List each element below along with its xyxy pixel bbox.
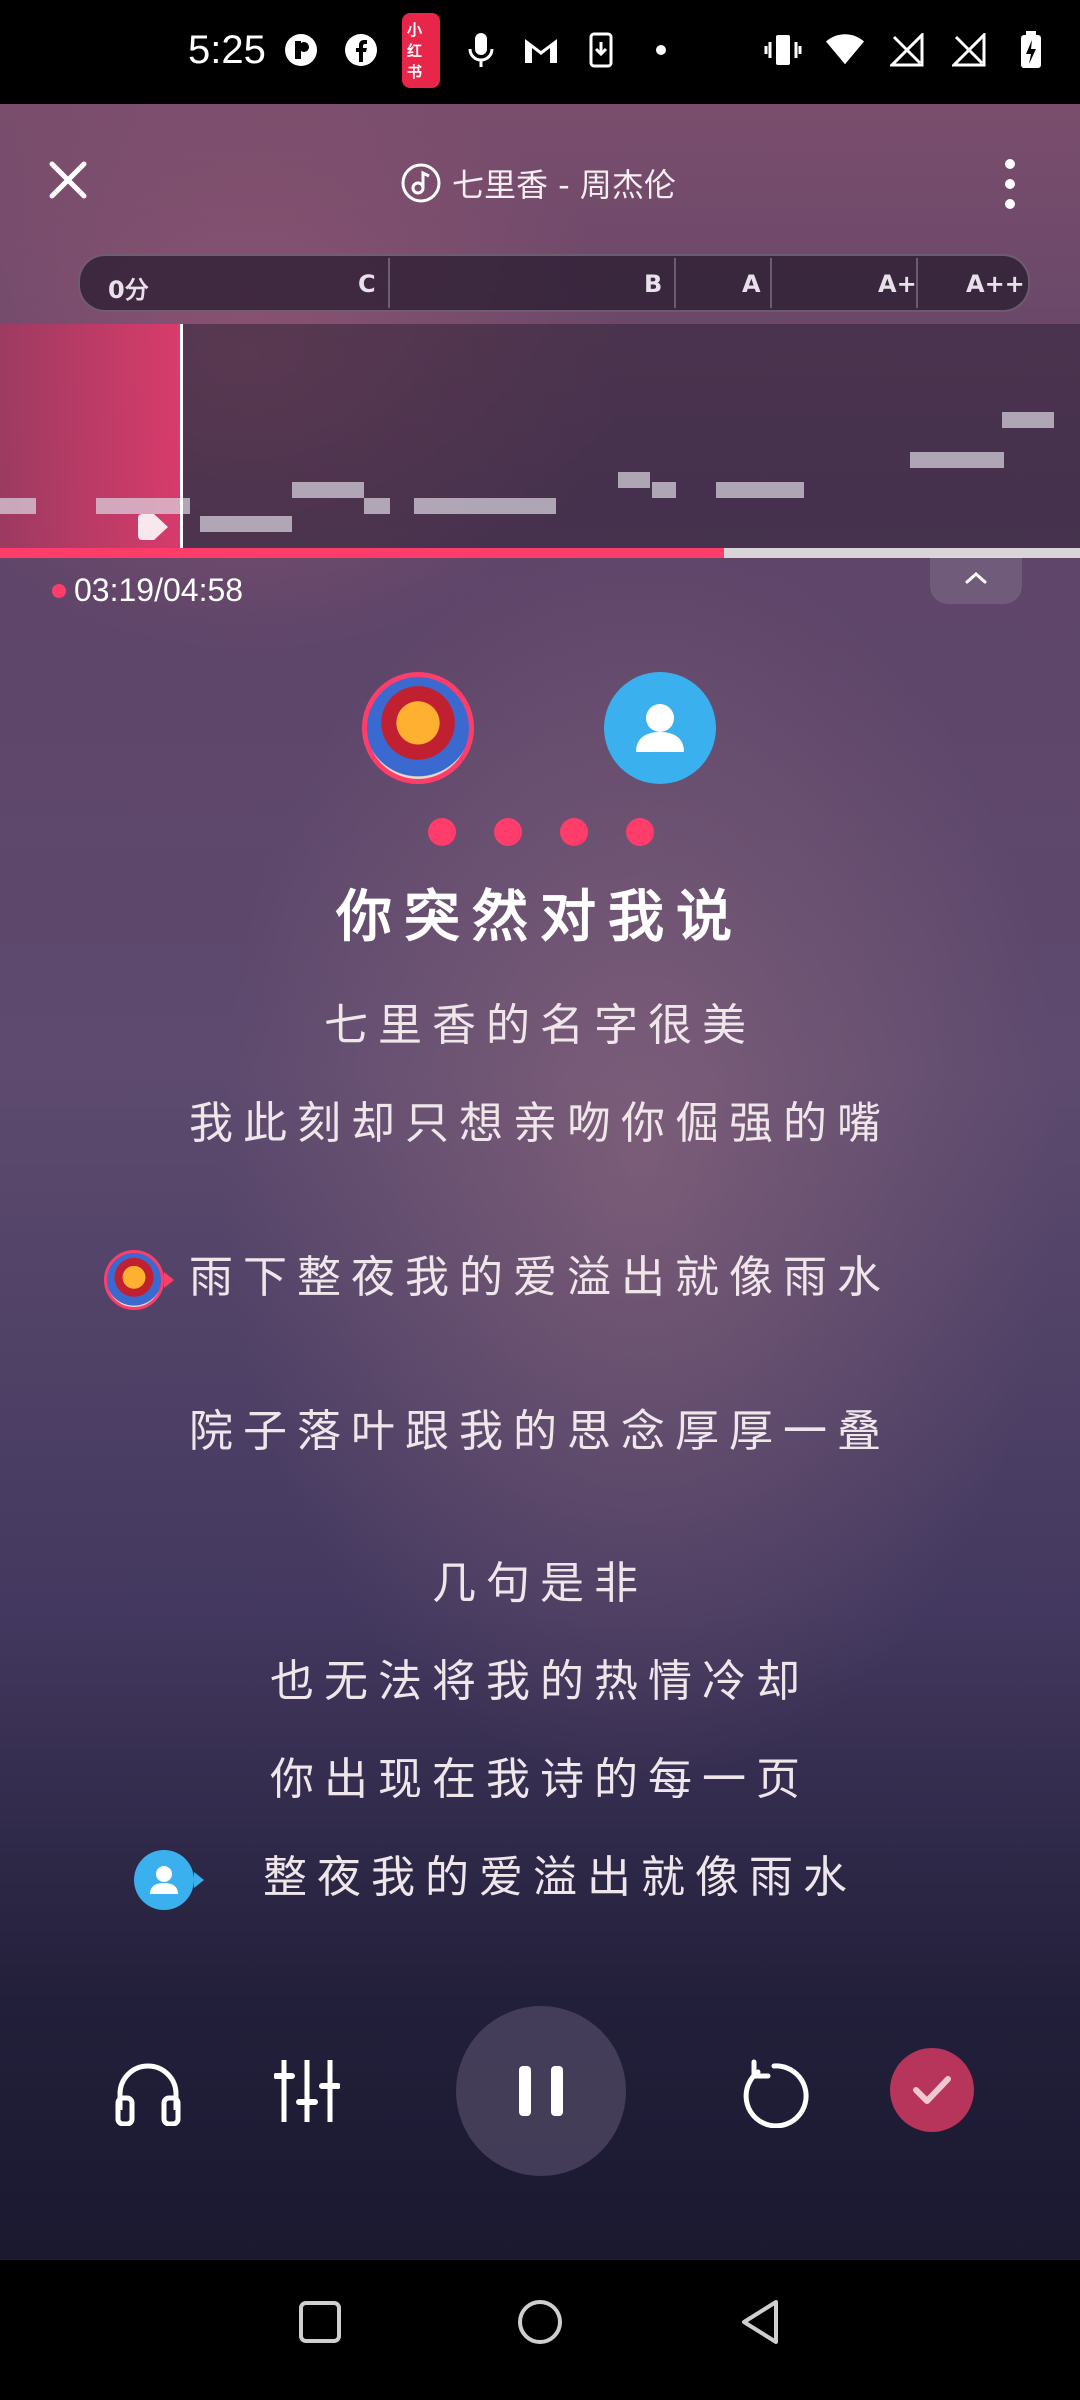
p-app-icon — [282, 30, 320, 70]
mini-avatar-pointer — [164, 1272, 174, 1288]
pause-icon — [519, 2066, 563, 2116]
download-icon — [582, 30, 620, 70]
close-button[interactable] — [40, 152, 96, 208]
gmail-icon — [522, 30, 560, 70]
close-icon — [49, 161, 87, 199]
score-divider — [388, 258, 390, 308]
song-progress-bar[interactable] — [0, 548, 1080, 558]
headphones-icon — [115, 2063, 181, 2127]
lyric-line: 雨下整夜我的爱溢出就像雨水 — [189, 1252, 891, 1303]
circle-icon — [518, 2300, 562, 2344]
countdown-dot — [626, 818, 654, 846]
user-icon — [636, 704, 684, 752]
countdown-dot — [494, 818, 522, 846]
recording-dot-icon — [52, 583, 66, 598]
lyric-current: 你突然对我说 — [336, 885, 744, 950]
more-vertical-icon — [1005, 159, 1015, 209]
singer-1-avatar[interactable] — [362, 672, 474, 784]
score-divider — [674, 258, 676, 308]
xiaohongshu-icon: 小红书 — [402, 12, 440, 88]
collapse-button[interactable] — [930, 556, 1022, 604]
countdown-dot — [560, 818, 588, 846]
battery-charging-icon — [1012, 30, 1050, 70]
status-time: 5:25 — [188, 28, 266, 72]
score-label-c: C — [358, 270, 376, 298]
pitch-note — [716, 482, 804, 498]
time-readout: 03:19/04:58 — [52, 572, 243, 609]
xiaohongshu-badge: 小红书 — [402, 12, 440, 88]
countdown-dots — [428, 818, 654, 846]
song-progress-fill — [0, 548, 724, 558]
check-icon — [913, 2076, 951, 2104]
headphones-button[interactable] — [114, 2060, 182, 2130]
pitch-note — [364, 498, 390, 514]
mic-icon — [462, 30, 500, 70]
music-note-icon — [401, 163, 441, 203]
singer-1-mini-avatar — [104, 1250, 164, 1310]
singer-2-avatar[interactable] — [604, 672, 716, 784]
pitch-note — [910, 452, 1004, 468]
square-icon — [299, 2301, 341, 2343]
lyric-line: 整夜我的爱溢出就像雨水 — [263, 1852, 857, 1903]
lyric-line: 也无法将我的热情冷却 — [270, 1656, 810, 1707]
home-button[interactable] — [516, 2298, 564, 2350]
song-title[interactable]: 七里香 - 周杰伦 — [400, 160, 676, 206]
equalizer-icon — [273, 2060, 341, 2122]
status-bar: 5:25 小红书 — [0, 0, 1080, 104]
no-signal-icon — [950, 30, 988, 70]
back-triangle-icon — [742, 2300, 778, 2344]
pitch-note — [652, 482, 676, 498]
score-label-a: A — [742, 270, 761, 298]
lyric-line: 我此刻却只想亲吻你倔强的嘴 — [189, 1098, 891, 1149]
score-divider — [916, 258, 918, 308]
pitch-note — [0, 498, 36, 514]
navigation-bar — [0, 2260, 1080, 2400]
no-signal-icon — [888, 30, 926, 70]
pause-button[interactable] — [456, 2006, 626, 2176]
restart-button[interactable] — [740, 2058, 810, 2132]
pitch-note — [292, 482, 364, 498]
lyric-line: 七里香的名字很美 — [324, 1000, 756, 1051]
pitch-playhead — [180, 324, 183, 548]
score-label-a-plus: A+ — [878, 270, 917, 298]
dot-icon — [642, 30, 680, 70]
vibrate-icon — [764, 30, 802, 70]
back-button[interactable] — [738, 2298, 782, 2350]
pitch-cursor-icon — [138, 514, 168, 540]
recents-button[interactable] — [298, 2300, 342, 2348]
score-divider — [770, 258, 772, 308]
wifi-icon — [826, 30, 864, 70]
more-button[interactable] — [990, 154, 1030, 214]
score-bar: 0分 C B A A+ A++ — [78, 254, 1030, 312]
pitch-note — [200, 516, 292, 532]
finish-button[interactable] — [890, 2048, 974, 2132]
score-label-b: B — [644, 270, 663, 298]
pitch-note — [414, 498, 556, 514]
header: 七里香 - 周杰伦 — [0, 104, 1080, 264]
lyric-line: 院子落叶跟我的思念厚厚一叠 — [189, 1406, 891, 1457]
countdown-dot — [428, 818, 456, 846]
restart-icon — [743, 2059, 809, 2129]
chevron-up-icon — [965, 571, 987, 584]
score-label-a-plus-plus: A++ — [966, 270, 1025, 298]
score-label-current: 0分 — [108, 276, 149, 304]
facebook-icon — [342, 30, 380, 70]
lyric-line: 你出现在我诗的每一页 — [270, 1754, 810, 1805]
time-text: 03:19/04:58 — [74, 572, 244, 608]
pitch-note — [618, 472, 650, 488]
song-title-text: 七里香 - 周杰伦 — [452, 166, 676, 204]
lyric-line: 几句是非 — [432, 1558, 648, 1609]
equalizer-button[interactable] — [273, 2056, 341, 2130]
pitch-note — [1002, 412, 1054, 428]
